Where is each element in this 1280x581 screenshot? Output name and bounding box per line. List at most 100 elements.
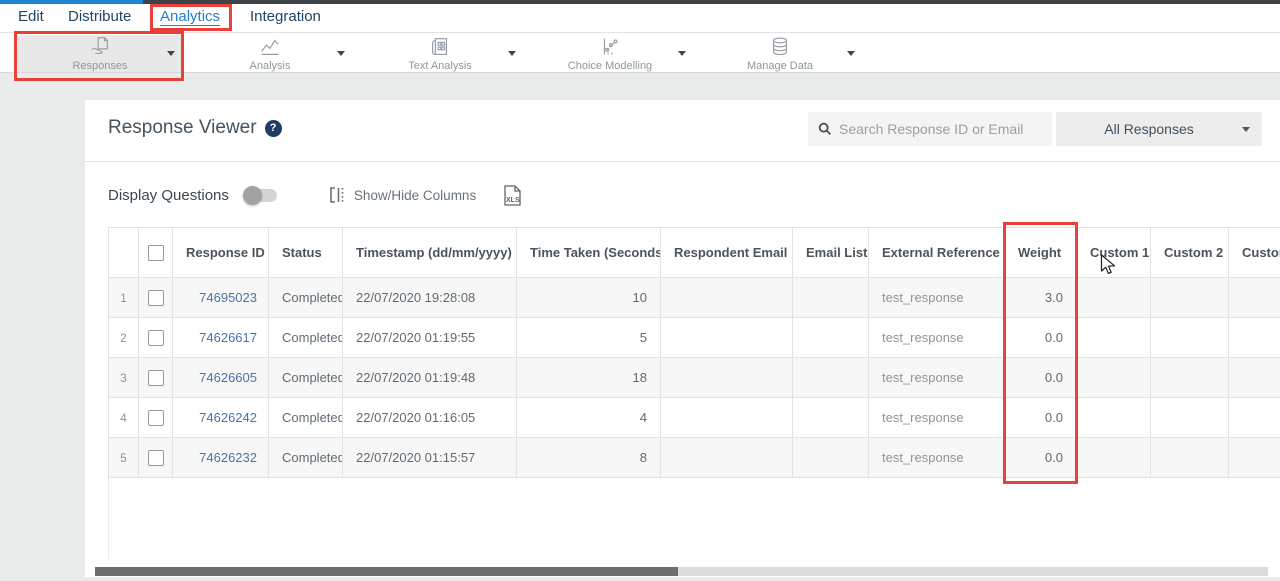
analytics-toolbar: Responses Analysis Text Analysis Choice …	[0, 32, 1280, 73]
row-checkbox[interactable]	[148, 450, 164, 466]
time-taken-cell: 18	[517, 358, 661, 398]
choice-modelling-dropdown-caret[interactable]	[678, 51, 686, 56]
header-email-list: Email List	[793, 228, 869, 278]
email-list-cell	[793, 318, 869, 358]
export-xls-button[interactable]: XLS	[502, 184, 523, 207]
email-list-cell	[793, 358, 869, 398]
page-title: Response Viewer	[108, 117, 257, 139]
select-all-checkbox[interactable]	[148, 245, 164, 261]
external-reference-cell: test_response	[869, 438, 1005, 478]
header-time-taken[interactable]: Time Taken (Seconds)	[517, 228, 661, 278]
status-cell: Completed	[269, 318, 343, 358]
toolbar-text-analysis[interactable]: Text Analysis	[380, 34, 500, 73]
weight-cell: 0.0	[1005, 358, 1077, 398]
horizontal-scrollbar-thumb[interactable]	[95, 567, 678, 576]
respondent-email-cell	[661, 358, 793, 398]
svg-text:XLS: XLS	[506, 197, 520, 204]
responses-filter-value: All Responses	[1056, 121, 1242, 137]
columns-icon	[329, 186, 346, 204]
search-box	[808, 112, 1052, 146]
custom3-cell	[1229, 438, 1280, 478]
header-weight: Weight	[1005, 228, 1077, 278]
nav-tab-analytics[interactable]: Analytics	[160, 4, 220, 32]
text-analysis-dropdown-caret[interactable]	[508, 51, 516, 56]
email-list-cell	[793, 438, 869, 478]
display-questions-toggle[interactable]	[245, 189, 277, 202]
responses-dropdown-caret[interactable]	[167, 51, 175, 56]
row-checkbox[interactable]	[148, 330, 164, 346]
row-checkbox-cell	[139, 438, 173, 478]
display-questions-label: Display Questions	[108, 187, 229, 204]
show-hide-columns-button[interactable]: Show/Hide Columns	[329, 186, 476, 204]
row-checkbox[interactable]	[148, 290, 164, 306]
table-row: 5 74626232 Completed 22/07/2020 01:15:57…	[109, 438, 1280, 478]
nav-tab-distribute[interactable]: Distribute	[68, 4, 131, 32]
manage-data-dropdown-caret[interactable]	[847, 51, 855, 56]
header-timestamp[interactable]: Timestamp (dd/mm/yyyy)	[343, 228, 517, 278]
help-icon[interactable]: ?	[265, 120, 282, 137]
news-grid-icon	[428, 35, 452, 59]
search-input[interactable]	[839, 121, 1039, 137]
xls-icon: XLS	[502, 184, 523, 207]
toggle-knob	[243, 186, 262, 205]
row-checkbox[interactable]	[148, 410, 164, 426]
toolbar-manage-data[interactable]: Manage Data	[720, 34, 840, 73]
nav-tab-edit[interactable]: Edit	[18, 4, 44, 32]
scatter-chart-icon	[598, 35, 622, 59]
toolbar-choice-modelling[interactable]: Choice Modelling	[550, 34, 670, 73]
timestamp-cell: 22/07/2020 19:28:08	[343, 278, 517, 318]
chevron-down-icon	[1242, 127, 1250, 132]
toolbar-manage-data-label: Manage Data	[747, 60, 813, 72]
custom3-cell	[1229, 398, 1280, 438]
show-hide-columns-label: Show/Hide Columns	[354, 188, 476, 203]
database-icon	[768, 35, 792, 59]
response-id-link[interactable]: 74626605	[173, 358, 269, 398]
table-row: 2 74626617 Completed 22/07/2020 01:19:55…	[109, 318, 1280, 358]
table-row: 4 74626242 Completed 22/07/2020 01:16:05…	[109, 398, 1280, 438]
row-number: 2	[109, 318, 139, 358]
timestamp-cell: 22/07/2020 01:19:48	[343, 358, 517, 398]
response-id-link[interactable]: 74695023	[173, 278, 269, 318]
email-list-cell	[793, 278, 869, 318]
status-cell: Completed	[269, 438, 343, 478]
responses-table: Response ID Status Timestamp (dd/mm/yyyy…	[108, 227, 1280, 478]
time-taken-cell: 5	[517, 318, 661, 358]
external-reference-cell: test_response	[869, 358, 1005, 398]
custom1-cell	[1077, 278, 1151, 318]
toolbar-responses-label: Responses	[72, 60, 127, 72]
header-custom1: Custom 1	[1077, 228, 1151, 278]
status-cell: Completed	[269, 278, 343, 318]
weight-cell: 0.0	[1005, 438, 1077, 478]
response-id-link[interactable]: 74626617	[173, 318, 269, 358]
respondent-email-cell	[661, 398, 793, 438]
response-id-link[interactable]: 74626242	[173, 398, 269, 438]
header-custom2: Custom 2	[1151, 228, 1229, 278]
toolbar-analysis[interactable]: Analysis	[210, 34, 330, 73]
toolbar-responses[interactable]: Responses	[40, 34, 160, 73]
header-status: Status	[269, 228, 343, 278]
respondent-email-cell	[661, 318, 793, 358]
custom2-cell	[1151, 318, 1229, 358]
hand-document-icon	[88, 35, 112, 59]
timestamp-cell: 22/07/2020 01:15:57	[343, 438, 517, 478]
custom1-cell	[1077, 318, 1151, 358]
responses-filter-dropdown[interactable]: All Responses	[1056, 112, 1262, 146]
response-id-link[interactable]: 74626232	[173, 438, 269, 478]
title-divider	[85, 161, 1280, 162]
toolbar-text-analysis-label: Text Analysis	[408, 60, 472, 72]
horizontal-scrollbar-track[interactable]	[95, 567, 1268, 576]
header-external-reference: External Reference	[869, 228, 1005, 278]
nav-tab-integration[interactable]: Integration	[250, 4, 321, 32]
analysis-dropdown-caret[interactable]	[337, 51, 345, 56]
search-icon	[818, 122, 832, 136]
custom2-cell	[1151, 438, 1229, 478]
header-response-id[interactable]: Response ID	[173, 228, 269, 278]
custom2-cell	[1151, 398, 1229, 438]
row-checkbox-cell	[139, 398, 173, 438]
row-checkbox[interactable]	[148, 370, 164, 386]
custom3-cell	[1229, 358, 1280, 398]
row-number: 3	[109, 358, 139, 398]
external-reference-cell: test_response	[869, 398, 1005, 438]
row-checkbox-cell	[139, 358, 173, 398]
email-list-cell	[793, 398, 869, 438]
